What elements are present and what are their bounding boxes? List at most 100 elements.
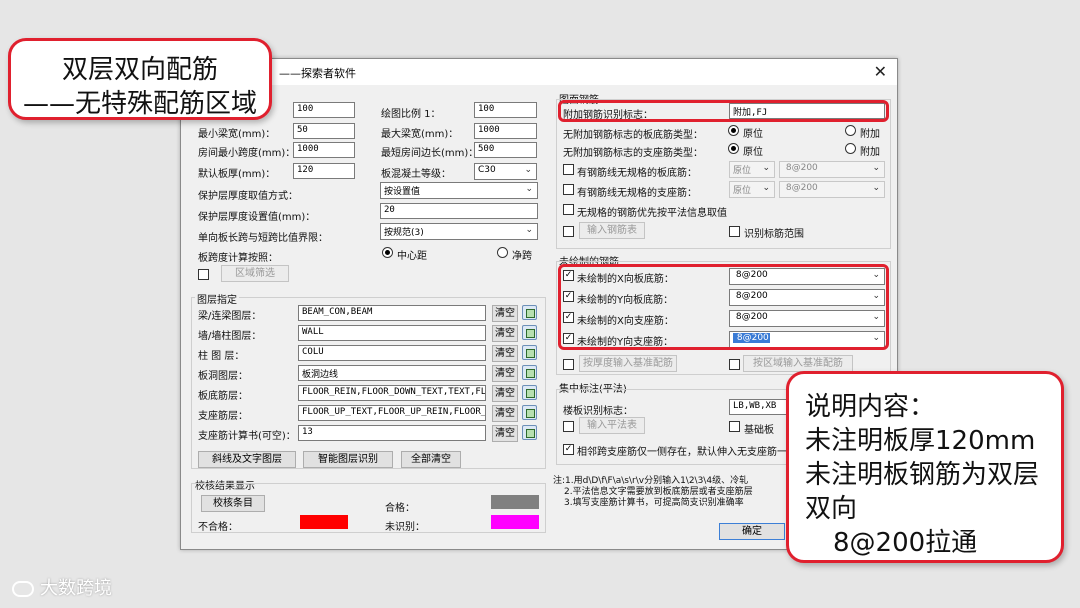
unlabeled-value-input[interactable]: 100 xyxy=(293,102,355,118)
clear-layer-button[interactable]: 清空 xyxy=(492,325,518,342)
pick-layer-icon[interactable] xyxy=(522,365,537,380)
right-callout: 说明内容： 未注明板厚120mm 未注明板钢筋为双层 双向 8@200拉通 xyxy=(786,371,1064,563)
input-flat-table-checkbox[interactable] xyxy=(563,421,574,432)
cover-value-input[interactable]: 20 xyxy=(380,203,538,219)
room-short-input[interactable]: 500 xyxy=(474,142,537,158)
cover-mode-select[interactable]: 按设置值 ⌄ xyxy=(380,182,538,199)
chevron-down-icon: ⌄ xyxy=(524,165,532,175)
min-beam-input[interactable]: 50 xyxy=(293,123,355,139)
right-callout-line4: 双向 xyxy=(805,494,858,524)
clear-layer-button[interactable]: 清空 xyxy=(492,365,518,382)
by-region-checkbox[interactable] xyxy=(729,359,740,370)
max-beam-label: 最大梁宽(mm)： xyxy=(381,129,459,140)
span-center-radio[interactable] xyxy=(382,247,393,258)
clear-layer-button[interactable]: 清空 xyxy=(492,305,518,322)
pick-layer-icon[interactable] xyxy=(522,305,537,320)
pass-label: 合格： xyxy=(385,503,415,514)
check-items-button[interactable]: 校核条目 xyxy=(201,495,265,512)
rebar-value: 8@200 xyxy=(783,163,818,173)
layer-row-input[interactable]: BEAM_CON,BEAM xyxy=(298,305,486,321)
layer-row-input[interactable]: COLU xyxy=(298,345,486,361)
nonstd-bottom-label: 有钢筋线无规格的板底筋： xyxy=(577,168,697,179)
layer-row-input[interactable]: WALL xyxy=(298,325,486,341)
orig-label: 原位 xyxy=(743,129,763,140)
top-callout: 双层双向配筋 ——无特殊配筋区域 xyxy=(8,38,272,120)
no-mark-bottom-orig-radio[interactable] xyxy=(728,125,739,136)
input-by-region-button[interactable]: 按区域输入基准配筋 xyxy=(743,355,853,372)
default-thick-label: 默认板厚(mm)： xyxy=(198,169,276,180)
by-thickness-checkbox[interactable] xyxy=(563,359,574,370)
layer-row-input[interactable]: FLOOR_REIN,FLOOR_DOWN_TEXT,TEXT,FL xyxy=(298,385,486,401)
no-mark-support-add-radio[interactable] xyxy=(845,143,856,154)
chevron-down-icon: ⌄ xyxy=(762,183,770,193)
identify-range-checkbox[interactable] xyxy=(729,226,740,237)
ratio-select[interactable]: 按规范(3) ⌄ xyxy=(380,223,538,240)
input-by-thickness-button[interactable]: 按厚度输入基准配筋 xyxy=(579,355,677,372)
cover-value-label: 保护层厚度设置值(mm)： xyxy=(198,212,316,223)
room-min-span-input[interactable]: 1000 xyxy=(293,142,355,158)
smart-layer-button[interactable]: 智能图层识别 xyxy=(303,451,393,468)
scale-input[interactable]: 100 xyxy=(474,102,537,118)
layer-row-input[interactable]: 13 xyxy=(298,425,486,441)
input-rebar-table-button[interactable]: 输入钢筋表 xyxy=(579,222,645,239)
pick-layer-icon[interactable] xyxy=(522,405,537,420)
layer-row-input[interactable]: FLOOR_UP_TEXT,FLOOR_UP_REIN,FLOOR_ xyxy=(298,405,486,421)
no-mark-bottom-add-radio[interactable] xyxy=(845,125,856,136)
highlight-extra-rebar xyxy=(558,100,889,122)
chevron-down-icon: ⌄ xyxy=(525,184,533,194)
chevron-down-icon: ⌄ xyxy=(872,163,880,173)
top-callout-line2: ——无特殊配筋区域 xyxy=(22,89,257,119)
span-calc-label: 板跨度计算按照： xyxy=(198,253,278,264)
ratio-label: 单向板长跨与短跨比值界限： xyxy=(198,233,328,244)
layer-row-label: 板底筋层： xyxy=(198,391,248,402)
clear-layer-button[interactable]: 清空 xyxy=(492,405,518,422)
logo-icon xyxy=(12,581,34,597)
nonstd-bottom-rebar-select[interactable]: 8@200 ⌄ xyxy=(779,161,885,178)
close-icon[interactable]: ✕ xyxy=(874,62,887,81)
concrete-label: 板混凝土等级： xyxy=(381,169,451,180)
right-callout-line1: 说明内容： xyxy=(805,392,936,422)
floor-mark-input[interactable]: LB,WB,XB xyxy=(729,399,789,415)
clear-layer-button[interactable]: 清空 xyxy=(492,385,518,402)
highlight-undrawn-rebar xyxy=(558,264,889,350)
layer-row-input[interactable]: 板洞边线 xyxy=(298,365,486,381)
clear-layer-button[interactable]: 清空 xyxy=(492,345,518,362)
input-table-checkbox[interactable] xyxy=(563,226,574,237)
nonstd-bottom-checkbox[interactable] xyxy=(563,164,574,175)
nonstd-support-rebar-select[interactable]: 8@200 ⌄ xyxy=(779,181,885,198)
nonstd-bottom-pos-select[interactable]: 原位 ⌄ xyxy=(729,161,775,178)
pick-layer-icon[interactable] xyxy=(522,425,537,440)
chevron-down-icon: ⌄ xyxy=(525,225,533,235)
ratio-value: 按规范(3) xyxy=(384,228,424,238)
no-mark-support-orig-radio[interactable] xyxy=(728,143,739,154)
clear-all-button[interactable]: 全部清空 xyxy=(401,451,461,468)
pass-color-swatch xyxy=(491,495,539,509)
priority-checkbox[interactable] xyxy=(563,204,574,215)
top-callout-line1: 双层双向配筋 xyxy=(61,55,218,85)
region-filter-checkbox[interactable] xyxy=(198,269,209,280)
max-beam-input[interactable]: 1000 xyxy=(474,123,537,139)
pick-layer-icon[interactable] xyxy=(522,385,537,400)
add-label: 附加 xyxy=(860,129,880,140)
input-flat-table-button[interactable]: 输入平法表 xyxy=(579,417,645,434)
concrete-select[interactable]: C30 ⌄ xyxy=(474,163,537,180)
ok-button[interactable]: 确定 xyxy=(719,523,785,540)
region-filter-button[interactable]: 区域筛选 xyxy=(221,265,289,282)
nonstd-support-pos-select[interactable]: 原位 ⌄ xyxy=(729,181,775,198)
clear-layer-button[interactable]: 清空 xyxy=(492,425,518,442)
right-callout-line2: 未注明板厚120mm xyxy=(805,426,1036,456)
default-thick-input[interactable]: 120 xyxy=(293,163,355,179)
concrete-value: C30 xyxy=(478,165,496,175)
adjacent-span-checkbox[interactable]: ✓ xyxy=(563,444,574,455)
slash-text-layer-button[interactable]: 斜线及文字图层 xyxy=(198,451,296,468)
pick-layer-icon[interactable] xyxy=(522,345,537,360)
room-short-label: 最短房间边长(mm)： xyxy=(381,148,479,159)
room-min-span-label: 房间最小跨度(mm)： xyxy=(198,148,296,159)
pick-layer-icon[interactable] xyxy=(522,325,537,340)
span-net-radio[interactable] xyxy=(497,247,508,258)
nonstd-support-label: 有钢筋线无规格的支座筋： xyxy=(577,188,697,199)
rebar-value: 8@200 xyxy=(783,183,818,193)
base-plate-checkbox[interactable] xyxy=(729,421,740,432)
layer-row-label: 支座筋层： xyxy=(198,411,248,422)
nonstd-support-checkbox[interactable] xyxy=(563,184,574,195)
